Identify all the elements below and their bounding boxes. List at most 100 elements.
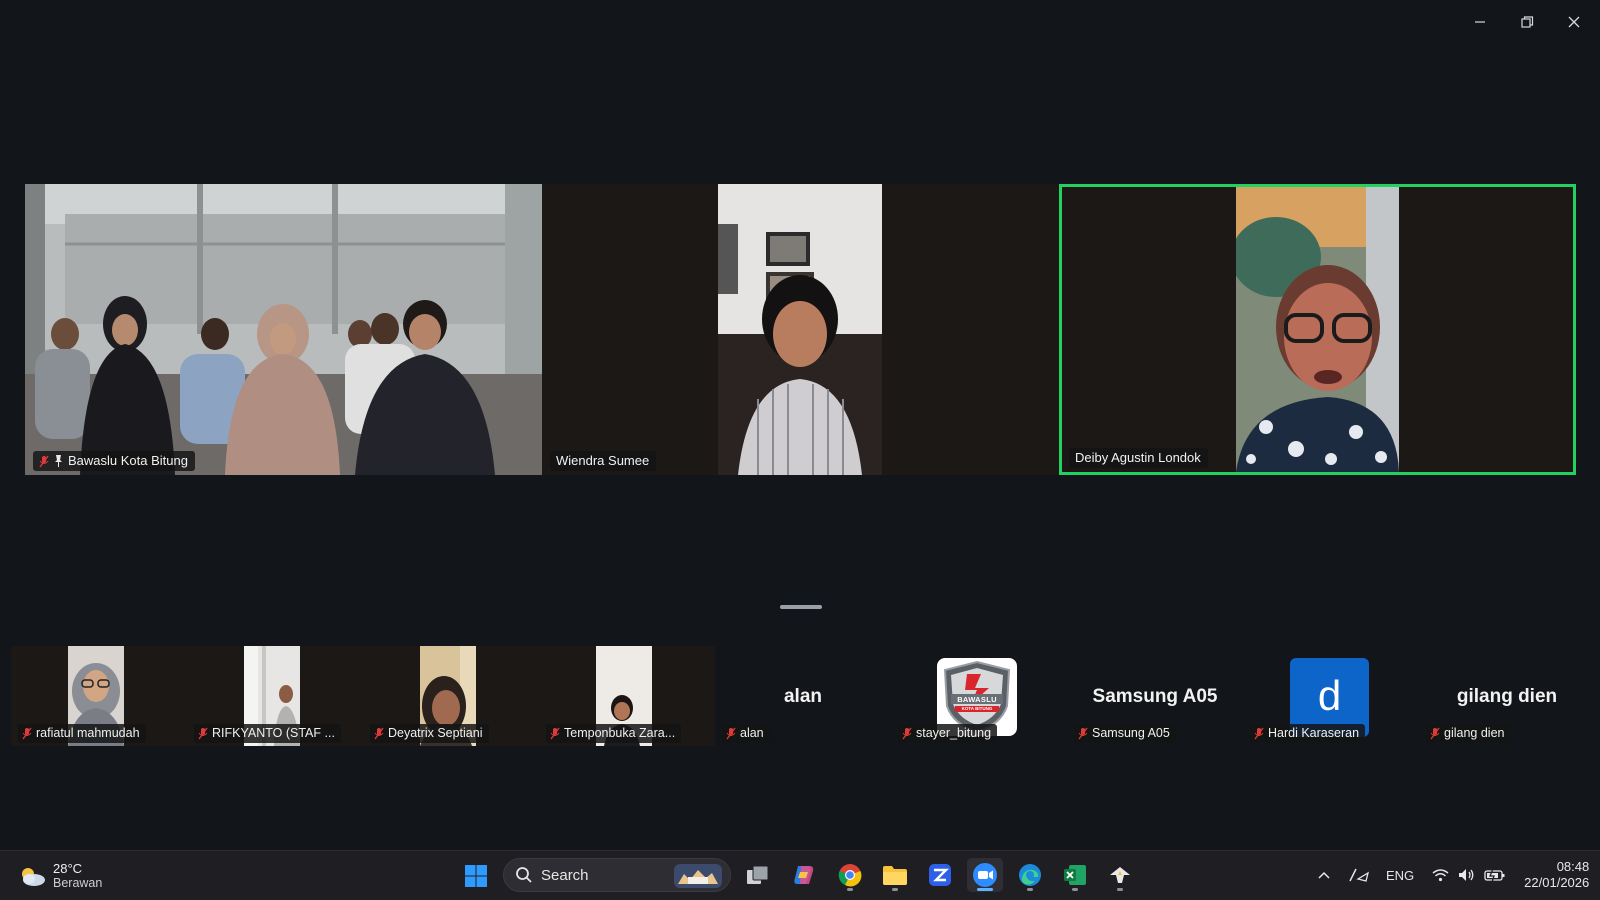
mic-muted-icon bbox=[1254, 727, 1264, 740]
mic-muted-icon bbox=[22, 727, 32, 740]
chrome-button[interactable] bbox=[832, 858, 868, 892]
zoom-icon bbox=[973, 863, 997, 887]
taskbar-search-box[interactable]: Search bbox=[503, 858, 731, 892]
thumbnail-alan[interactable]: alan alan bbox=[715, 646, 891, 746]
file-explorer-button[interactable] bbox=[877, 858, 913, 892]
copilot-icon bbox=[794, 866, 814, 884]
participant-name-tag: Temponbuka Zara... bbox=[546, 724, 682, 743]
participant-video-feed bbox=[718, 184, 882, 475]
copilot-button[interactable] bbox=[786, 858, 822, 892]
participant-name: Hardi Karaseran bbox=[1268, 726, 1360, 740]
participant-name-tag: RIFKYANTO (STAF ... bbox=[194, 724, 341, 743]
participant-name: Deyatrix Septiani bbox=[388, 726, 483, 740]
folder-icon bbox=[883, 866, 907, 885]
thumbnail-temponbuka-zara[interactable]: Temponbuka Zara... bbox=[539, 646, 715, 746]
clock-time: 08:48 bbox=[1556, 859, 1590, 874]
participant-name-tag: gilang dien bbox=[1426, 724, 1511, 743]
pen-input-icon bbox=[1349, 868, 1370, 882]
task-view-icon bbox=[747, 865, 769, 884]
participant-display-name: Samsung A05 bbox=[1092, 686, 1218, 707]
mic-muted-icon bbox=[726, 727, 736, 740]
running-indicator bbox=[892, 888, 898, 891]
participant-name-tag: Wiendra Sumee bbox=[550, 451, 657, 471]
zoom-button[interactable] bbox=[967, 858, 1003, 892]
running-indicator bbox=[1117, 888, 1123, 891]
thumbnail-rafiatul-mahmudah[interactable]: rafiatul mahmudah bbox=[11, 646, 187, 746]
participant-name-tag: rafiatul mahmudah bbox=[18, 724, 146, 743]
participant-name: Bawaslu Kota Bitung bbox=[68, 453, 188, 468]
cloudy-weather-icon bbox=[22, 868, 45, 886]
app-z-icon bbox=[929, 864, 951, 886]
excel-button[interactable] bbox=[1057, 858, 1093, 892]
running-indicator bbox=[1027, 888, 1033, 891]
edge-icon bbox=[1019, 864, 1041, 886]
participant-name: Deiby Agustin Londok bbox=[1075, 450, 1201, 465]
clock-date: 22/01/2026 bbox=[1524, 875, 1590, 890]
show-hidden-icons-button[interactable] bbox=[1312, 871, 1336, 879]
close-icon bbox=[1568, 16, 1580, 28]
video-tile-deiby-agustin-londok[interactable]: Deiby Agustin Londok bbox=[1059, 184, 1576, 475]
participant-display-name: gilang dien bbox=[1456, 686, 1558, 707]
logo-subtext: KOTA BITUNG bbox=[961, 706, 993, 711]
input-indicator-button[interactable] bbox=[1342, 867, 1376, 883]
participant-name: alan bbox=[740, 726, 764, 740]
weather-temperature: 28°C bbox=[53, 861, 83, 876]
running-indicator bbox=[1072, 888, 1078, 891]
mic-muted-icon bbox=[374, 727, 384, 740]
minimize-button[interactable] bbox=[1460, 8, 1500, 36]
task-view-button[interactable] bbox=[740, 858, 776, 892]
participant-name-tag: Deiby Agustin Londok bbox=[1069, 448, 1208, 468]
mic-muted-icon bbox=[902, 727, 912, 740]
participant-name-tag: Hardi Karaseran bbox=[1250, 724, 1366, 743]
quick-settings-button[interactable] bbox=[1432, 868, 1506, 882]
restore-button[interactable] bbox=[1507, 8, 1547, 36]
portrait-video bbox=[718, 184, 882, 475]
battery-charging-icon bbox=[1484, 868, 1505, 882]
mic-muted-icon bbox=[39, 455, 49, 467]
start-button[interactable] bbox=[458, 859, 494, 893]
video-tile-wiendra-sumee[interactable]: Wiendra Sumee bbox=[542, 184, 1059, 475]
weather-widget[interactable]: 28°C Berawan bbox=[18, 857, 102, 895]
system-tray: ENG 08:48 22/01/2026 bbox=[1312, 850, 1589, 900]
app-button[interactable] bbox=[922, 858, 958, 892]
participant-name: Wiendra Sumee bbox=[556, 453, 650, 468]
chevron-up-icon bbox=[1318, 871, 1330, 879]
participant-name-tag: stayer_bitung bbox=[898, 724, 998, 743]
thumbnail-hardi-karaseran[interactable]: d Hardi Karaseran bbox=[1243, 646, 1419, 746]
search-icon bbox=[516, 867, 532, 883]
mic-muted-icon bbox=[198, 727, 208, 740]
gallery-resize-handle[interactable] bbox=[780, 605, 822, 609]
weather-condition: Berawan bbox=[53, 876, 103, 890]
thumbnail-rifkyanto[interactable]: RIFKYANTO (STAF ... bbox=[187, 646, 363, 746]
chrome-icon bbox=[838, 864, 862, 887]
edge-button[interactable] bbox=[1012, 858, 1048, 892]
search-highlight-icon bbox=[674, 864, 722, 888]
close-button[interactable] bbox=[1554, 8, 1594, 36]
participant-display-name: alan bbox=[783, 686, 823, 707]
thumbnail-gilang-dien[interactable]: gilang dien gilang dien bbox=[1419, 646, 1595, 746]
participant-name: stayer_bitung bbox=[916, 726, 992, 740]
thumbnail-samsung-a05[interactable]: Samsung A05 Samsung A05 bbox=[1067, 646, 1243, 746]
mic-muted-icon bbox=[1430, 727, 1440, 740]
running-indicator bbox=[847, 888, 853, 891]
participant-name: gilang dien bbox=[1444, 726, 1505, 740]
portrait-video bbox=[1236, 187, 1399, 472]
participant-video-feed bbox=[1236, 187, 1399, 472]
thumbnail-stayer-bitung[interactable]: BAWASLU KOTA BITUNG stayer_bitung bbox=[891, 646, 1067, 746]
excel-icon bbox=[1064, 865, 1086, 885]
participant-name: Temponbuka Zara... bbox=[564, 726, 676, 740]
video-tile-bawaslu-kota-bitung[interactable]: Bawaslu Kota Bitung bbox=[25, 184, 542, 475]
language-indicator[interactable]: ENG bbox=[1386, 868, 1414, 883]
running-indicator bbox=[977, 888, 993, 891]
participant-name-tag: Deyatrix Septiani bbox=[370, 724, 489, 743]
participant-name-tag: Bawaslu Kota Bitung bbox=[33, 451, 195, 471]
participant-name: rafiatul mahmudah bbox=[36, 726, 140, 740]
search-label: Search bbox=[541, 866, 589, 884]
windows-logo-icon bbox=[465, 865, 487, 887]
pin-icon bbox=[55, 455, 62, 467]
zoom-meeting-window: Bawaslu Kota Bitung Wiendra Sumee Deiby … bbox=[0, 0, 1600, 850]
thumbnail-deyatrix-septiani[interactable]: Deyatrix Septiani bbox=[363, 646, 539, 746]
clock[interactable]: 08:48 22/01/2026 bbox=[1524, 859, 1589, 891]
group-video-feed bbox=[25, 184, 542, 475]
app-bird-button[interactable] bbox=[1102, 858, 1138, 892]
